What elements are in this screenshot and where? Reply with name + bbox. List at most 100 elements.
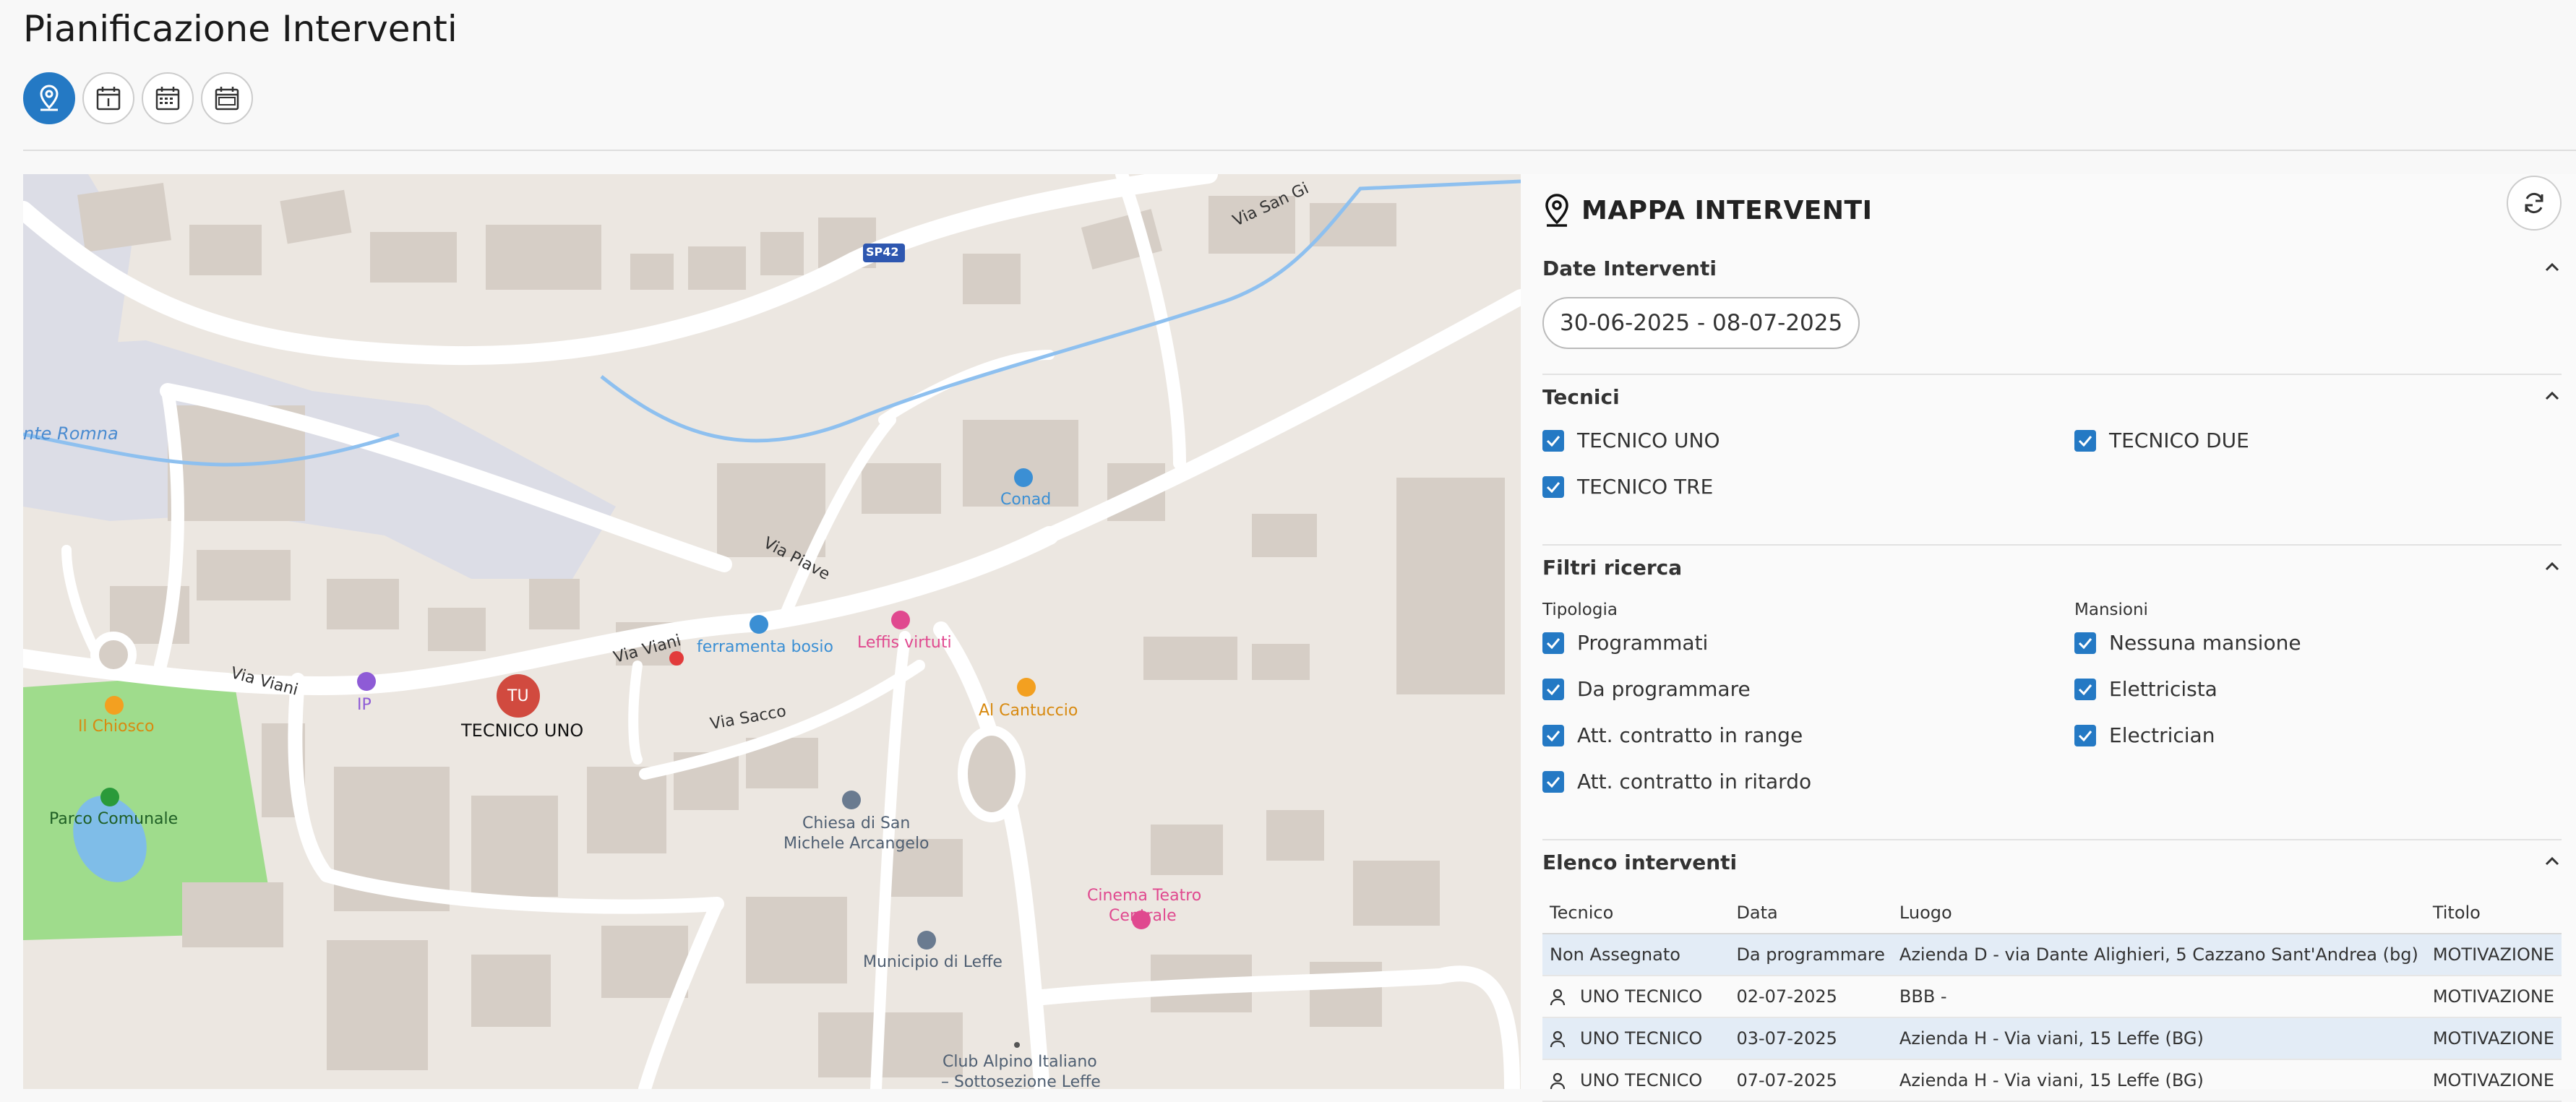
checkbox-da-programmare[interactable]: Da programmare (1542, 677, 1751, 701)
cell-luogo: Azienda D - via Dante Alighieri, 5 Cazza… (1892, 934, 2426, 976)
checkbox[interactable] (1542, 770, 1564, 793)
map-view[interactable]: SP42 Via San Gi nte Romna Via Piave Via … (23, 174, 1521, 1089)
checkbox-label: TECNICO UNO (1577, 429, 1720, 452)
check-icon (2078, 637, 2092, 649)
cell-tecnico-name: UNO TECNICO (1580, 986, 1703, 1007)
poi-chiesa-line2[interactable]: Michele Arcangelo (783, 835, 929, 853)
table-header-row: Tecnico Data Luogo Titolo (1542, 892, 2562, 934)
checkbox-nessuna-mansione[interactable]: Nessuna mansione (2074, 631, 2301, 655)
check-icon (1546, 435, 1560, 447)
section-title-filtri[interactable]: Filtri ricerca (1542, 556, 1682, 580)
refresh-button[interactable] (2507, 176, 2562, 231)
section-title-date[interactable]: Date Interventi (1542, 257, 1717, 280)
checkbox-tecnico-uno[interactable]: TECNICO UNO (1542, 429, 1720, 452)
cell-data: 03-07-2025 (1729, 1017, 1892, 1060)
checkbox[interactable] (2074, 429, 2096, 452)
check-icon (1546, 776, 1560, 788)
section-date-interventi: Date Interventi 30-06-2025 - 08-07-2025 (1542, 246, 2562, 376)
check-icon (1546, 637, 1560, 649)
chevron-up-icon[interactable] (2544, 561, 2560, 572)
poi-ip[interactable]: IP (357, 696, 372, 714)
month-view-button[interactable] (142, 72, 194, 124)
year-view-button[interactable] (201, 72, 253, 124)
poi-al-cantuccio[interactable]: Al Cantuccio (979, 702, 1078, 720)
poi-parco-comunale[interactable]: Parco Comunale (49, 810, 178, 828)
section-filtri: Filtri ricerca Tipologia Mansioni Progra… (1542, 544, 2562, 842)
map-pin-icon (1545, 194, 1568, 227)
interventi-table: Tecnico Data Luogo Titolo Non Assegnato … (1542, 892, 2562, 1102)
poi-chiesa-line1[interactable]: Chiesa di San (802, 814, 910, 832)
day-view-button[interactable] (82, 72, 134, 124)
checkbox-att-contratto-range[interactable]: Att. contratto in range (1542, 723, 1803, 747)
chevron-up-icon[interactable] (2544, 856, 2560, 866)
check-icon (2078, 730, 2092, 741)
cell-tecnico: UNO TECNICO (1542, 1059, 1730, 1102)
section-elenco: Elenco interventi Tecnico Data Luogo Tit… (1542, 839, 2562, 1102)
checkbox[interactable] (1542, 632, 1564, 654)
user-icon (1550, 989, 1566, 1006)
poi-municipio[interactable]: Municipio di Leffe (863, 953, 1003, 971)
checkbox-programmati[interactable]: Programmati (1542, 631, 1708, 655)
poi-club-alpino-line2[interactable]: – Sottosezione Leffe (941, 1073, 1101, 1089)
checkbox-att-contratto-ritardo[interactable]: Att. contratto in ritardo (1542, 770, 1811, 793)
table-row[interactable]: UNO TECNICO 07-07-2025 Azienda H - Via v… (1542, 1059, 2562, 1102)
cell-tecnico: Non Assegnato (1542, 934, 1730, 976)
checkbox[interactable] (2074, 724, 2096, 746)
map-view-button[interactable] (23, 72, 75, 124)
poi-leffis-virtuti[interactable]: Leffis virtuti (857, 634, 952, 652)
refresh-icon (2525, 192, 2543, 214)
mansioni-label: Mansioni (2074, 600, 2148, 619)
poi-cinema-line2[interactable]: Centrale (1109, 907, 1177, 925)
check-icon (1546, 730, 1560, 741)
cell-titolo: MOTIVAZIONE (2425, 1017, 2562, 1060)
checkbox-label: Att. contratto in range (1577, 723, 1803, 747)
table-row[interactable]: UNO TECNICO 03-07-2025 Azienda H - Via v… (1542, 1017, 2562, 1060)
checkbox[interactable] (1542, 678, 1564, 700)
waterway-label: nte Romna (23, 423, 119, 444)
check-icon (1546, 481, 1560, 493)
checkbox-label: Programmati (1577, 631, 1709, 655)
technician-marker-initials[interactable]: TU (507, 687, 529, 705)
cell-titolo: MOTIVAZIONE (2425, 934, 2562, 976)
page-title: Pianificazione Interventi (23, 8, 458, 50)
poi-conad[interactable]: Conad (1000, 491, 1051, 509)
road-shield-sp42: SP42 (866, 245, 899, 259)
technician-marker-label[interactable]: TECNICO UNO (461, 720, 583, 741)
checkbox[interactable] (1542, 724, 1564, 746)
poi-il-chiosco[interactable]: Il Chiosco (78, 718, 155, 736)
calendar-year-icon (215, 87, 239, 111)
chevron-up-icon[interactable] (2544, 391, 2560, 401)
poi-ferramenta-bosio[interactable]: ferramenta bosio (697, 638, 833, 656)
table-row[interactable]: UNO TECNICO 02-07-2025 BBB - MOTIVAZIONE (1542, 976, 2562, 1018)
checkbox-elettricista[interactable]: Elettricista (2074, 677, 2217, 701)
checkbox[interactable] (1542, 429, 1564, 452)
cell-luogo: Azienda H - Via viani, 15 Leffe (BG) (1892, 1017, 2426, 1060)
cell-data: 07-07-2025 (1729, 1059, 1892, 1102)
date-range-picker[interactable]: 30-06-2025 - 08-07-2025 (1542, 297, 1860, 349)
column-header-luogo[interactable]: Luogo (1892, 892, 2426, 934)
checkbox-label: Da programmare (1577, 677, 1751, 701)
checkbox[interactable] (2074, 632, 2096, 654)
chevron-up-icon[interactable] (2544, 262, 2560, 272)
poi-club-alpino-line1[interactable]: Club Alpino Italiano (943, 1053, 1097, 1071)
poi-cinema-line1[interactable]: Cinema Teatro (1087, 887, 1201, 905)
user-icon (1550, 1072, 1566, 1090)
cell-tecnico-name: UNO TECNICO (1580, 1028, 1703, 1049)
map-canvas (23, 174, 1521, 1089)
table-row[interactable]: Non Assegnato Da programmare Azienda D -… (1542, 934, 2562, 976)
checkbox-label: Nessuna mansione (2109, 631, 2301, 655)
check-icon (2078, 435, 2092, 447)
column-header-data[interactable]: Data (1729, 892, 1892, 934)
column-header-tecnico[interactable]: Tecnico (1542, 892, 1730, 934)
header-divider (23, 150, 2576, 151)
calendar-day-icon (96, 87, 121, 111)
checkbox[interactable] (1542, 475, 1564, 498)
section-title-elenco[interactable]: Elenco interventi (1542, 851, 1737, 874)
column-header-titolo[interactable]: Titolo (2425, 892, 2562, 934)
checkbox-tecnico-tre[interactable]: TECNICO TRE (1542, 475, 1713, 499)
checkbox-label: Att. contratto in ritardo (1577, 770, 1812, 793)
checkbox[interactable] (2074, 678, 2096, 700)
checkbox-electrician[interactable]: Electrician (2074, 723, 2215, 747)
checkbox-tecnico-due[interactable]: TECNICO DUE (2074, 429, 2249, 452)
section-title-tecnici[interactable]: Tecnici (1542, 385, 1620, 409)
